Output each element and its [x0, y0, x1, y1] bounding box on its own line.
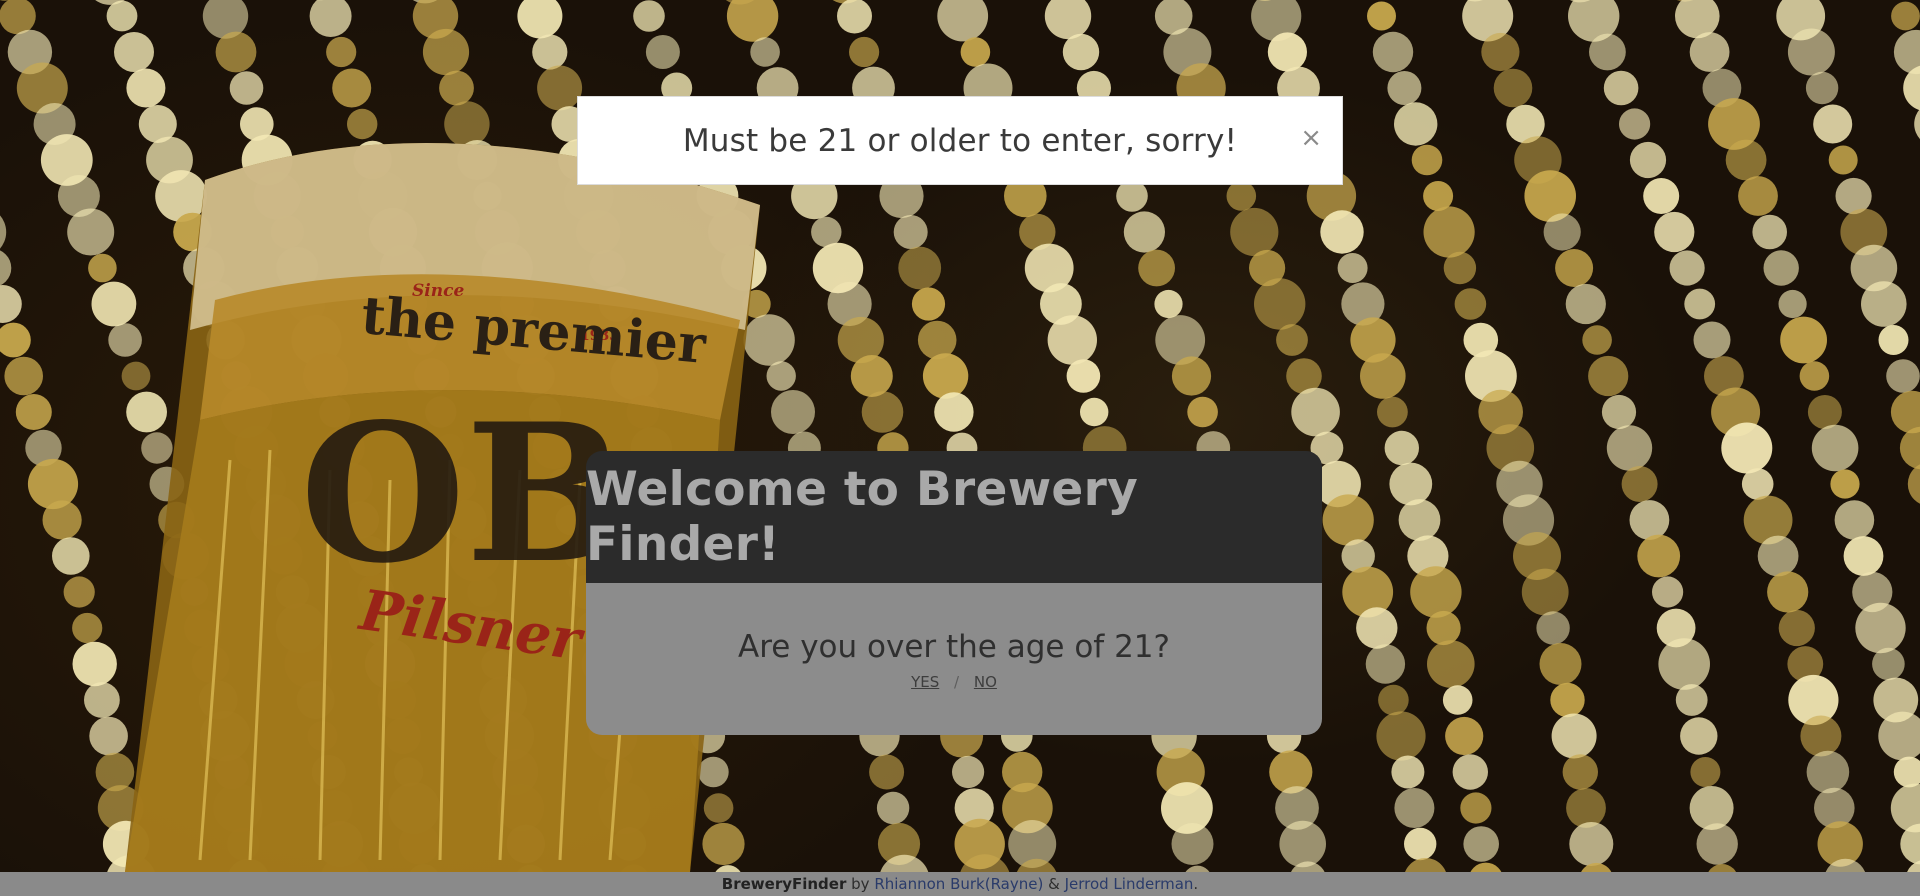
age-question: Are you over the age of 21?: [738, 629, 1170, 665]
modal-header: Welcome to Brewery Finder!: [586, 451, 1322, 583]
age-restriction-alert: Must be 21 or older to enter, sorry! ×: [577, 96, 1343, 185]
author-link-rhiannon[interactable]: Rhiannon Burk(Rayne): [874, 875, 1043, 893]
yes-link[interactable]: YES: [911, 673, 939, 691]
option-separator: /: [954, 673, 960, 691]
author-link-jerrod[interactable]: Jerrod Linderman: [1065, 875, 1194, 893]
glass-logo-text: OB: [300, 382, 626, 605]
close-icon[interactable]: ×: [1300, 125, 1322, 151]
age-options: YES / NO: [911, 673, 997, 691]
footer-by-text: by: [846, 875, 875, 893]
alert-message: Must be 21 or older to enter, sorry!: [682, 122, 1238, 159]
footer-brand: BreweryFinder: [721, 875, 847, 893]
modal-title: Welcome to Brewery Finder!: [586, 462, 1139, 572]
modal-body: Are you over the age of 21? YES / NO: [586, 583, 1322, 735]
footer-end-text: .: [1193, 875, 1199, 893]
footer-and-text: &: [1043, 875, 1065, 893]
no-link[interactable]: NO: [974, 673, 997, 691]
age-verification-modal: Welcome to Brewery Finder! Are you over …: [586, 451, 1322, 735]
footer: BreweryFinder by Rhiannon Burk(Rayne) & …: [0, 872, 1920, 896]
